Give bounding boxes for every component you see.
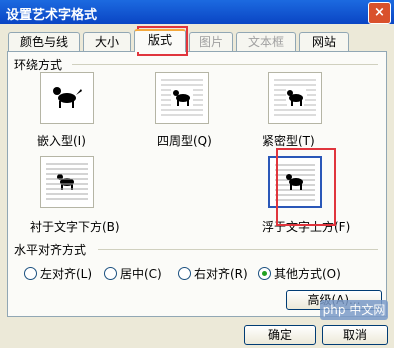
wrap-inline-option[interactable]	[40, 72, 94, 124]
wrapping-group-title: 环绕方式	[14, 58, 63, 72]
radio-label: 左对齐(L)	[40, 267, 93, 281]
wrap-tight-option[interactable]	[268, 72, 322, 124]
behind-text-dog-icon	[46, 163, 88, 200]
wrap-square-option[interactable]	[155, 72, 209, 124]
radio-circle[interactable]	[104, 267, 117, 280]
cancel-button[interactable]: 取消	[322, 325, 388, 345]
radio-circle[interactable]	[258, 267, 271, 280]
close-button[interactable]: ×	[368, 2, 391, 24]
tab-size[interactable]: 大小	[83, 32, 131, 51]
wrap-inline-label: 嵌入型(I)	[37, 134, 86, 148]
tab-picture: 图片	[189, 32, 233, 51]
radio-circle[interactable]	[24, 267, 37, 280]
tab-colors-lines[interactable]: 颜色与线条	[8, 32, 80, 68]
tab-layout[interactable]: 版式	[134, 29, 186, 52]
window-title: 设置艺术字格式	[6, 8, 98, 23]
tab-text-box: 文本框	[236, 32, 296, 51]
wrap-behind-text-label: 衬于文字下方(B)	[30, 220, 120, 234]
radio-label: 右对齐(R)	[194, 267, 248, 281]
title-bar: 设置艺术字格式 ×	[0, 0, 394, 24]
radio-label: 其他方式(O)	[274, 267, 341, 281]
group-divider	[72, 64, 378, 65]
ok-button[interactable]: 确定	[244, 325, 316, 345]
square-dog-icon	[161, 79, 203, 116]
in-front-highlight	[276, 148, 336, 226]
group-divider	[98, 249, 378, 250]
inline-dog-icon	[53, 87, 82, 108]
wrap-square-label: 四周型(Q)	[157, 134, 212, 148]
radio-label: 居中(C)	[120, 267, 162, 281]
wrap-behind-text-option[interactable]	[40, 156, 94, 208]
site-watermark: php 中文网	[320, 300, 388, 320]
tight-dog-icon	[274, 79, 316, 116]
alignment-group-title: 水平对齐方式	[14, 243, 87, 257]
wrap-tight-label: 紧密型(T)	[262, 134, 315, 148]
radio-circle[interactable]	[178, 267, 191, 280]
tab-web[interactable]: 网站	[299, 32, 349, 51]
